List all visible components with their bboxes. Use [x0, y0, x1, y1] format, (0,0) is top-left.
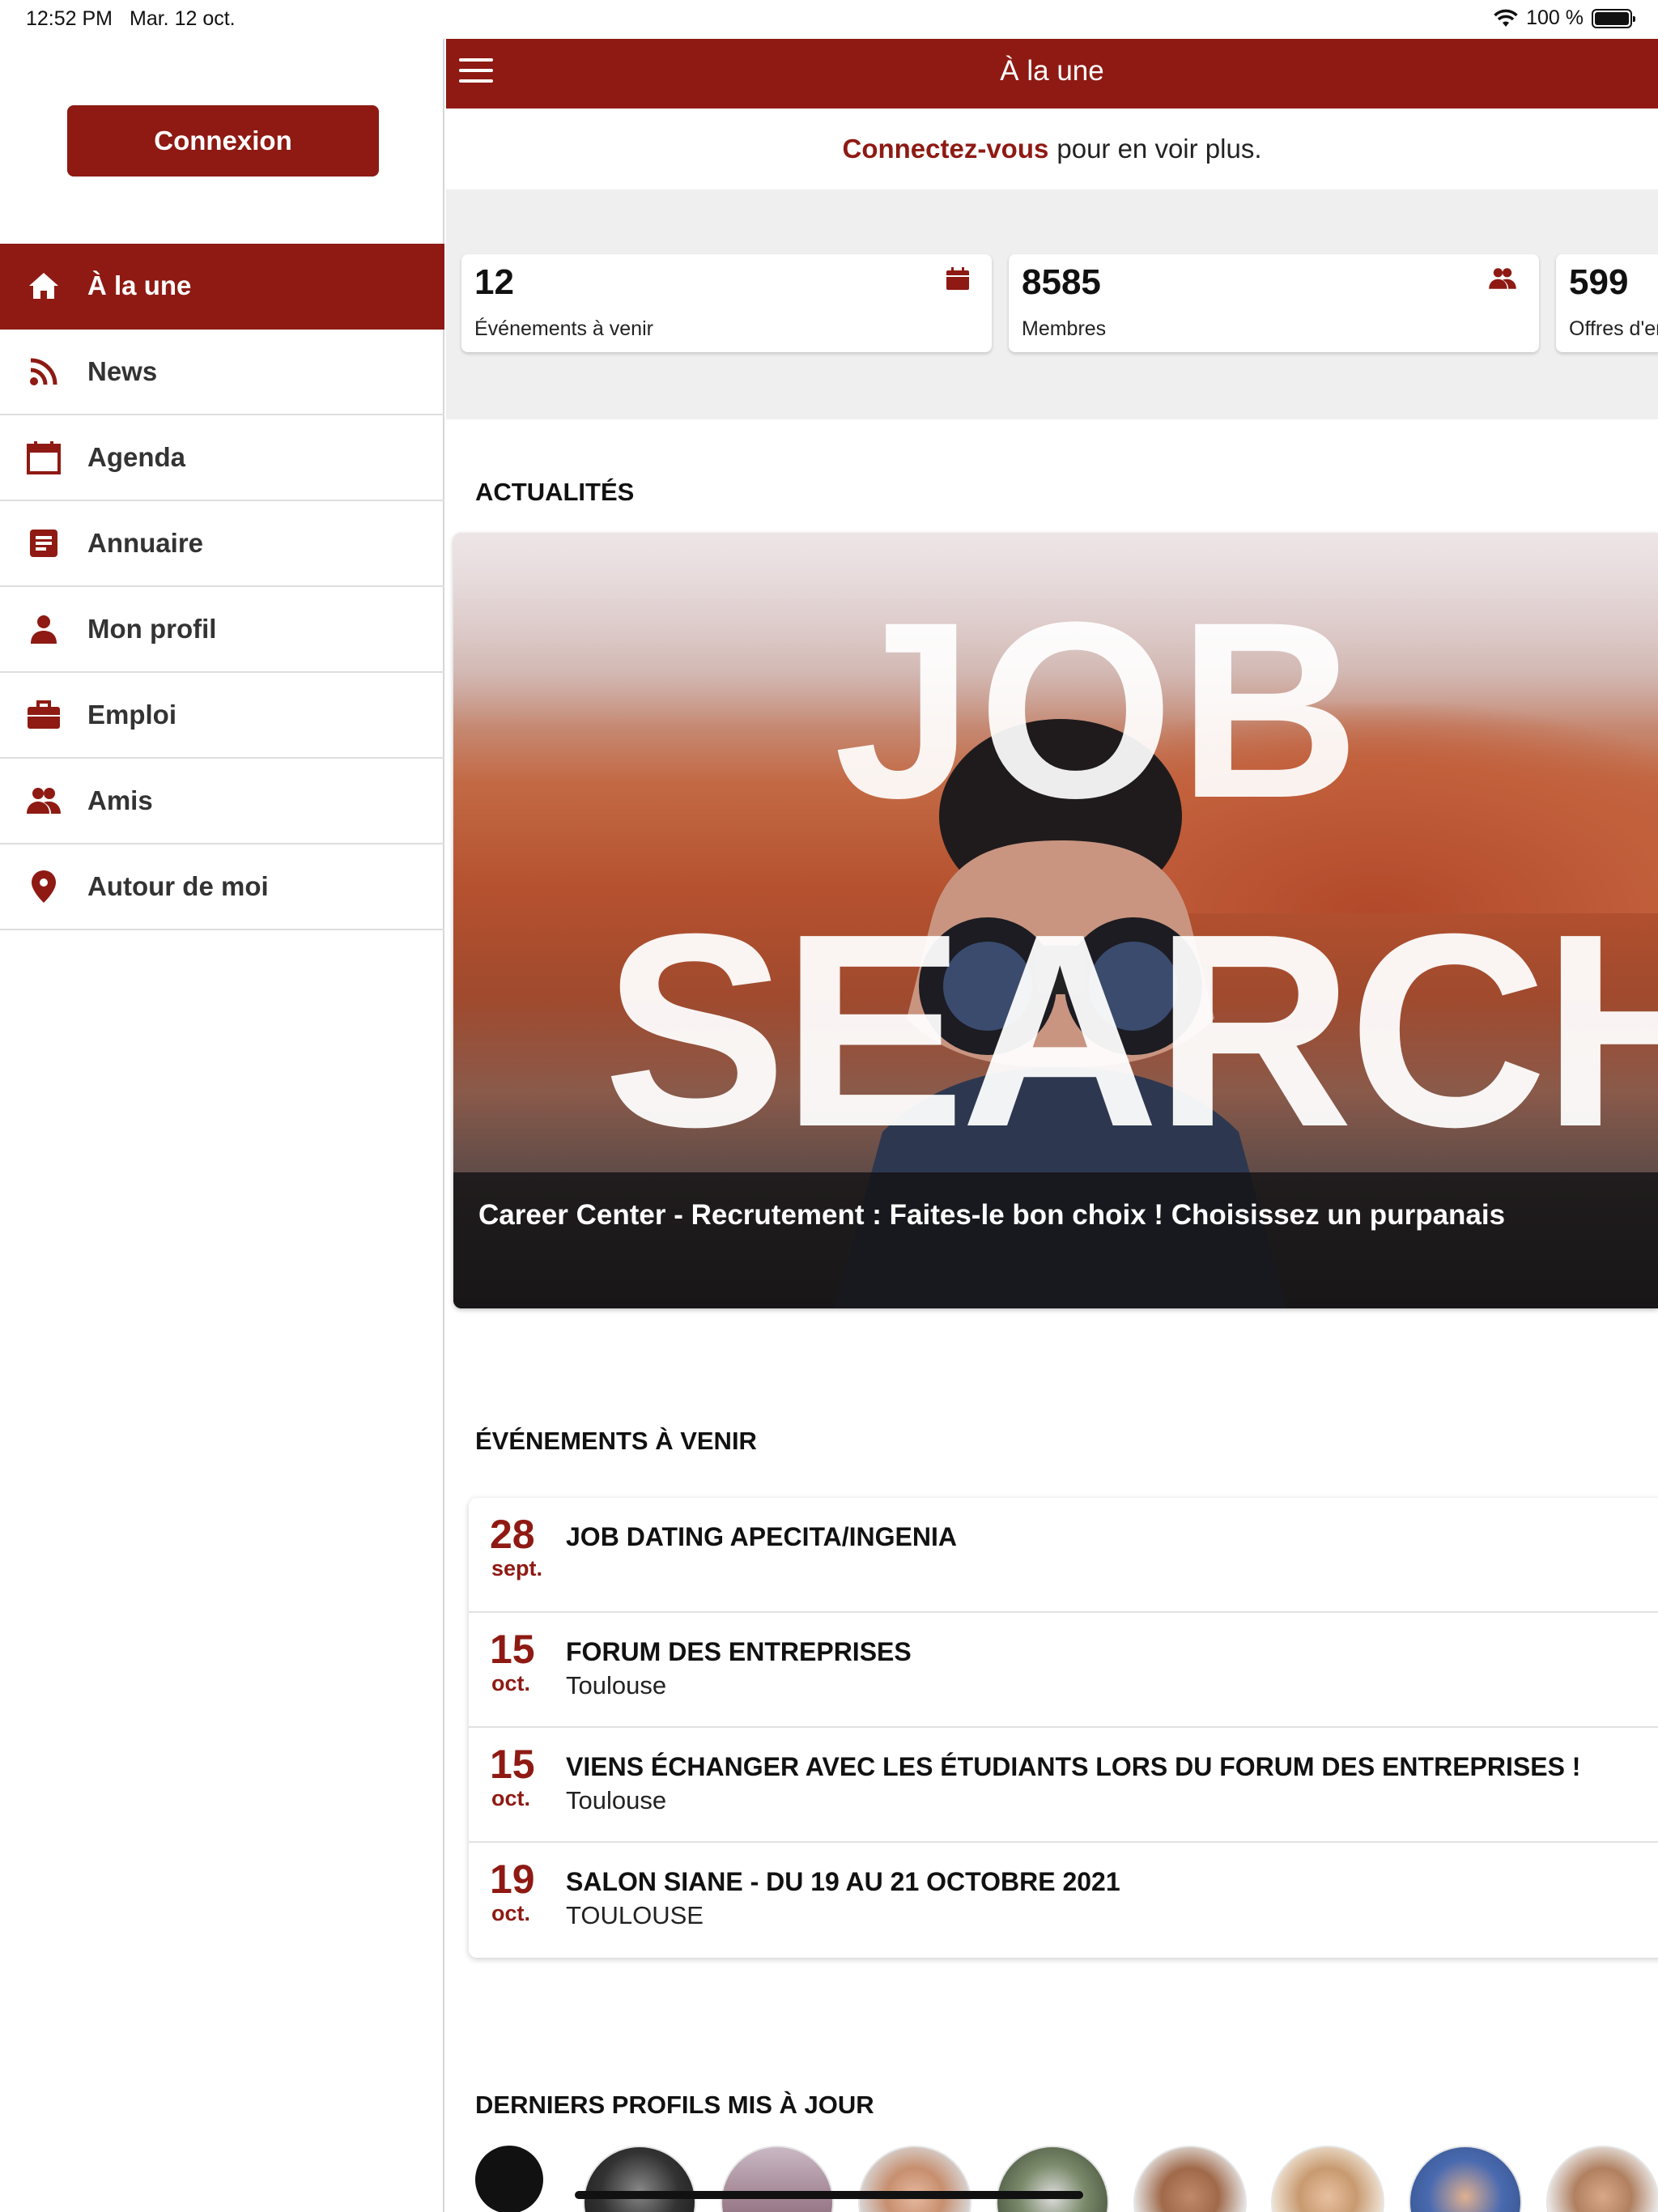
- stat-card-jobs[interactable]: 599 Offres d'emploi: [1556, 254, 1658, 352]
- event-place: TOULOUSE: [566, 1901, 704, 1929]
- battery-percent: 100 %: [1526, 6, 1584, 29]
- event-month: sept.: [491, 1556, 543, 1580]
- event-day: 19: [490, 1857, 535, 1902]
- event-item[interactable]: 15 oct. VIENS ÉCHANGER AVEC LES ÉTUDIANT…: [469, 1728, 1658, 1843]
- event-month: oct.: [491, 1671, 531, 1695]
- avatar[interactable]: [1271, 2146, 1384, 2212]
- event-month: oct.: [491, 1901, 531, 1925]
- avatar[interactable]: [721, 2146, 834, 2212]
- sidebar-item-label: À la une: [87, 270, 192, 300]
- calendar-icon: [945, 266, 971, 296]
- stat-card-members[interactable]: 8585 Membres: [1009, 254, 1539, 352]
- directory-icon: [0, 527, 87, 559]
- sidebar-item-label: Amis: [87, 785, 153, 815]
- battery-icon: [1592, 8, 1635, 28]
- event-day: 15: [490, 1627, 535, 1672]
- news-image-word-job: JOB: [834, 569, 1365, 850]
- status-time: 12:52 PM: [26, 7, 113, 30]
- sidebar-item-label: Mon profil: [87, 614, 217, 644]
- news-section-title: ACTUALITÉS: [475, 478, 635, 506]
- home-indicator: [575, 2191, 1083, 2199]
- sidebar-item-label: Agenda: [87, 442, 186, 472]
- sidebar-item-news[interactable]: News: [0, 330, 444, 415]
- events-section-title: ÉVÉNEMENTS À VENIR: [475, 1427, 757, 1455]
- sidebar-item-label: Autour de moi: [87, 871, 269, 901]
- connect-link[interactable]: Connectez-vous: [842, 134, 1048, 164]
- avatar[interactable]: [583, 2146, 696, 2212]
- connect-text: pour en voir plus.: [1056, 134, 1262, 164]
- event-place: Toulouse: [566, 1671, 667, 1699]
- event-item[interactable]: 15 oct. FORUM DES ENTREPRISES Toulouse: [469, 1613, 1658, 1728]
- sidebar-item-label: Emploi: [87, 700, 177, 730]
- avatar[interactable]: [1546, 2146, 1658, 2212]
- event-name: JOB DATING APECITA/INGENIA: [566, 1522, 957, 1551]
- stat-value: 12: [474, 262, 514, 302]
- stats-strip: 12 Événements à venir 8585 Membres 599 O…: [446, 189, 1658, 419]
- briefcase-icon: [0, 699, 87, 731]
- sidebar-item-a-la-une[interactable]: À la une: [0, 244, 444, 330]
- profiles-section-title: DERNIERS PROFILS MIS À JOUR: [475, 2091, 874, 2119]
- status-bar: 12:52 PM Mar. 12 oct. 100 %: [0, 0, 1658, 39]
- sidebar-item-label: Annuaire: [87, 528, 204, 558]
- calendar-icon: [0, 440, 87, 475]
- event-month: oct.: [491, 1786, 531, 1810]
- sidebar-item-annuaire[interactable]: Annuaire: [0, 501, 444, 587]
- sidebar: Connexion À la une News Agenda Annuaire: [0, 39, 444, 2212]
- sidebar-nav: À la une News Agenda Annuaire Mon profil: [0, 244, 444, 930]
- page-title: À la une: [1000, 55, 1104, 87]
- event-item[interactable]: 28 sept. JOB DATING APECITA/INGENIA: [469, 1498, 1658, 1613]
- event-place: Toulouse: [566, 1786, 667, 1814]
- stat-label: Membres: [1022, 317, 1107, 340]
- location-pin-icon: [0, 869, 87, 904]
- sidebar-item-label: News: [87, 356, 158, 386]
- event-name: VIENS ÉCHANGER AVEC LES ÉTUDIANTS LORS D…: [566, 1752, 1581, 1781]
- news-caption-title: Career Center - Recrutement : Faites-le …: [478, 1199, 1506, 1231]
- stat-value: 8585: [1022, 262, 1101, 302]
- main-content: À la une Connectez-vous pour en voir plu…: [446, 39, 1658, 2212]
- sidebar-item-agenda[interactable]: Agenda: [0, 415, 444, 501]
- status-date: Mar. 12 oct.: [130, 7, 236, 30]
- home-icon: [0, 270, 87, 302]
- top-app-bar: À la une: [446, 39, 1658, 108]
- stat-label: Offres d'emploi: [1569, 317, 1658, 340]
- status-indicators: 100 %: [1494, 6, 1635, 30]
- news-card[interactable]: JOB SEARCH Career Center - Recrutement :…: [453, 533, 1658, 1308]
- avatar[interactable]: [1133, 2146, 1247, 2212]
- friends-icon: [0, 785, 87, 817]
- wifi-icon: [1494, 9, 1518, 27]
- friends-icon: [1487, 266, 1518, 296]
- profiles-row: [475, 2146, 1658, 2212]
- stat-label: Événements à venir: [474, 317, 653, 340]
- rss-icon: [0, 355, 87, 388]
- login-button[interactable]: Connexion: [67, 105, 379, 177]
- avatar[interactable]: [858, 2146, 971, 2212]
- sidebar-item-amis[interactable]: Amis: [0, 759, 444, 844]
- news-image-word-search: SEARCH: [603, 877, 1658, 1185]
- news-caption: Career Center - Recrutement : Faites-le …: [453, 1172, 1658, 1308]
- sidebar-item-autour-de-moi[interactable]: Autour de moi: [0, 844, 444, 930]
- stat-value: 599: [1569, 262, 1629, 302]
- sidebar-item-emploi[interactable]: Emploi: [0, 673, 444, 759]
- person-icon: [0, 613, 87, 645]
- event-item[interactable]: 19 oct. SALON SIANE - DU 19 AU 21 OCTOBR…: [469, 1843, 1658, 1958]
- event-day: 15: [490, 1742, 535, 1787]
- avatar[interactable]: [1409, 2146, 1522, 2212]
- sidebar-item-mon-profil[interactable]: Mon profil: [0, 587, 444, 673]
- connect-banner: Connectez-vous pour en voir plus.: [446, 108, 1658, 189]
- event-name: SALON SIANE - DU 19 AU 21 OCTOBRE 2021: [566, 1867, 1120, 1896]
- avatar[interactable]: [475, 2146, 543, 2212]
- event-day: 28: [490, 1512, 535, 1557]
- stat-card-events[interactable]: 12 Événements à venir: [461, 254, 992, 352]
- events-list: 28 sept. JOB DATING APECITA/INGENIA 15 o…: [469, 1498, 1658, 1958]
- event-name: FORUM DES ENTREPRISES: [566, 1637, 912, 1666]
- avatar[interactable]: [996, 2146, 1109, 2212]
